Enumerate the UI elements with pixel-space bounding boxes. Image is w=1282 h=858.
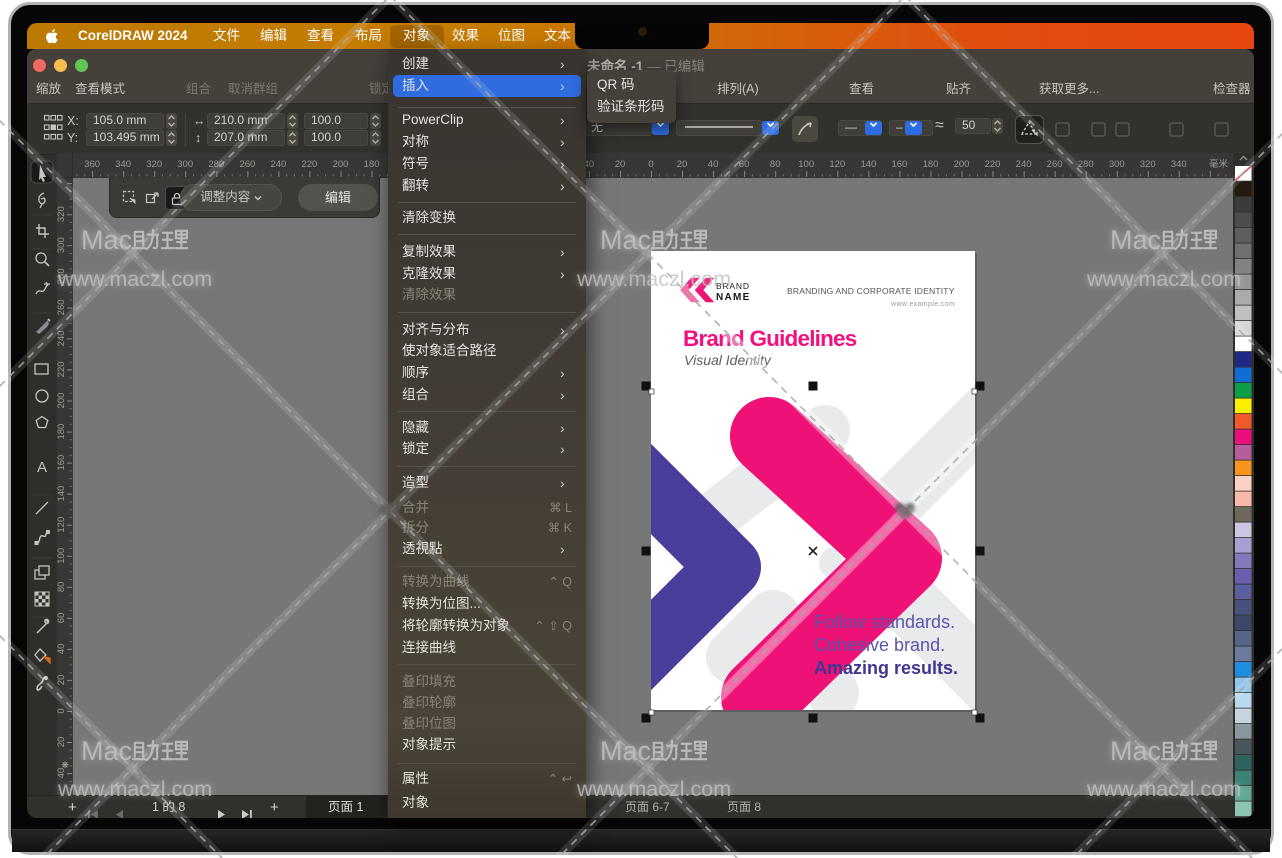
svg-text:300: 300 <box>177 159 193 170</box>
svg-text:200: 200 <box>57 393 67 409</box>
svg-text:300: 300 <box>1109 159 1125 170</box>
svg-text:320: 320 <box>146 159 162 170</box>
svg-text:240: 240 <box>57 330 67 346</box>
svg-text:20: 20 <box>57 737 67 748</box>
svg-text:320: 320 <box>57 206 67 222</box>
svg-text:120: 120 <box>829 159 845 170</box>
svg-text:www.example.com: www.example.com <box>890 301 955 308</box>
svg-text:A: A <box>37 459 47 476</box>
svg-text:100: 100 <box>57 548 67 564</box>
svg-text:0: 0 <box>57 708 67 713</box>
svg-text:240: 240 <box>1016 159 1032 170</box>
svg-text:20: 20 <box>677 159 688 170</box>
svg-text:180: 180 <box>923 159 939 170</box>
svg-text:300: 300 <box>57 237 67 253</box>
svg-text:❋: ❋ <box>61 760 69 770</box>
svg-text:320: 320 <box>1140 159 1156 170</box>
svg-text:80: 80 <box>57 582 67 593</box>
svg-text:280: 280 <box>208 159 224 170</box>
svg-text:Follow standards.: Follow standards. <box>814 612 955 632</box>
svg-text:20: 20 <box>615 159 626 170</box>
svg-text:60: 60 <box>57 613 67 624</box>
svg-text:60: 60 <box>739 159 750 170</box>
svg-text:毫米: 毫米 <box>1209 158 1229 170</box>
svg-text:Brand Guidelines: Brand Guidelines <box>683 326 857 351</box>
svg-text:260: 260 <box>57 299 67 315</box>
svg-text:140: 140 <box>57 486 67 502</box>
svg-text:40: 40 <box>708 159 719 170</box>
svg-text:160: 160 <box>891 159 907 170</box>
svg-text:200: 200 <box>333 159 349 170</box>
svg-text:40: 40 <box>57 644 67 655</box>
svg-text:0: 0 <box>648 159 653 170</box>
svg-text:120: 120 <box>57 517 67 533</box>
svg-text:20: 20 <box>57 675 67 686</box>
svg-text:280: 280 <box>1078 159 1094 170</box>
svg-text:340: 340 <box>115 159 131 170</box>
svg-text:220: 220 <box>57 361 67 377</box>
svg-text:100: 100 <box>798 159 814 170</box>
svg-text:360: 360 <box>84 159 100 170</box>
svg-text:180: 180 <box>57 424 67 440</box>
svg-text:NAME: NAME <box>716 292 751 303</box>
svg-text:BRANDING AND CORPORATE IDENTIT: BRANDING AND CORPORATE IDENTITY <box>787 286 955 296</box>
svg-text:140: 140 <box>860 159 876 170</box>
svg-text:Cohesive brand.: Cohesive brand. <box>814 635 945 655</box>
svg-text:160: 160 <box>57 455 67 471</box>
svg-text:340: 340 <box>1171 159 1187 170</box>
svg-text:Amazing results.: Amazing results. <box>814 658 958 678</box>
svg-text:260: 260 <box>239 159 255 170</box>
svg-text:260: 260 <box>1047 159 1063 170</box>
svg-text:180: 180 <box>364 159 380 170</box>
svg-text:200: 200 <box>954 159 970 170</box>
svg-text:80: 80 <box>770 159 781 170</box>
svg-text:220: 220 <box>301 159 317 170</box>
svg-text:220: 220 <box>985 159 1001 170</box>
svg-text:240: 240 <box>270 159 286 170</box>
